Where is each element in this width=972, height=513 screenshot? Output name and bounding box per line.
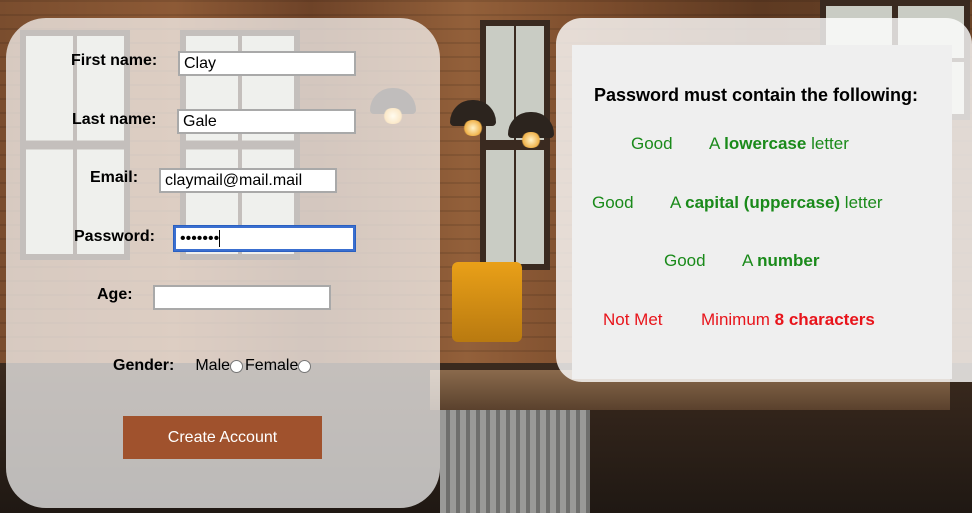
requirement-status: Not Met: [603, 310, 663, 329]
gender-label: Gender:: [113, 357, 175, 374]
requirement-description: A number: [742, 251, 820, 270]
password-masked-value: •••••••: [180, 229, 220, 247]
requirement-description: A capital (uppercase) letter: [670, 193, 883, 212]
age-label: Age:: [97, 286, 133, 303]
first-name-label: First name:: [71, 52, 158, 69]
requirement-status: Good: [592, 193, 634, 212]
requirement-uppercase: Good A capital (uppercase) letter: [592, 193, 883, 213]
email-label: Email:: [90, 169, 139, 186]
gender-row: Gender: Male Female: [113, 357, 313, 375]
requirement-status: Good: [664, 251, 706, 270]
gender-male-label: Male: [195, 357, 231, 374]
gender-female-label: Female: [245, 357, 299, 374]
last-name-input[interactable]: [177, 109, 356, 134]
first-name-input[interactable]: [178, 51, 356, 76]
password-input[interactable]: •••••••: [174, 226, 355, 251]
requirement-number: Good A number: [664, 251, 819, 271]
gender-options: Male Female: [195, 357, 313, 375]
orange-cooler: [452, 262, 522, 342]
requirement-status: Good: [631, 134, 673, 153]
email-input[interactable]: [159, 168, 337, 193]
gender-male-radio[interactable]: [230, 359, 244, 373]
create-account-button[interactable]: Create Account: [123, 416, 322, 459]
requirement-min-length: Not Met Minimum 8 characters: [603, 310, 875, 330]
password-label: Password:: [74, 228, 155, 245]
last-name-row: Last name:: [72, 111, 156, 129]
password-row: Password:: [74, 228, 155, 246]
requirements-title: Password must contain the following:: [594, 85, 919, 105]
first-name-row: First name:: [71, 52, 157, 70]
text-cursor: [219, 230, 221, 247]
requirement-description: Minimum 8 characters: [701, 310, 875, 329]
last-name-label: Last name:: [72, 111, 157, 128]
age-row: Age:: [97, 286, 133, 304]
age-input[interactable]: [153, 285, 331, 310]
requirement-description: A lowercase letter: [709, 134, 849, 153]
metal-bar-panel: [440, 410, 590, 513]
requirement-lowercase: Good A lowercase letter: [631, 134, 849, 154]
email-row: Email:: [90, 169, 138, 187]
gender-female-radio[interactable]: [298, 359, 312, 373]
